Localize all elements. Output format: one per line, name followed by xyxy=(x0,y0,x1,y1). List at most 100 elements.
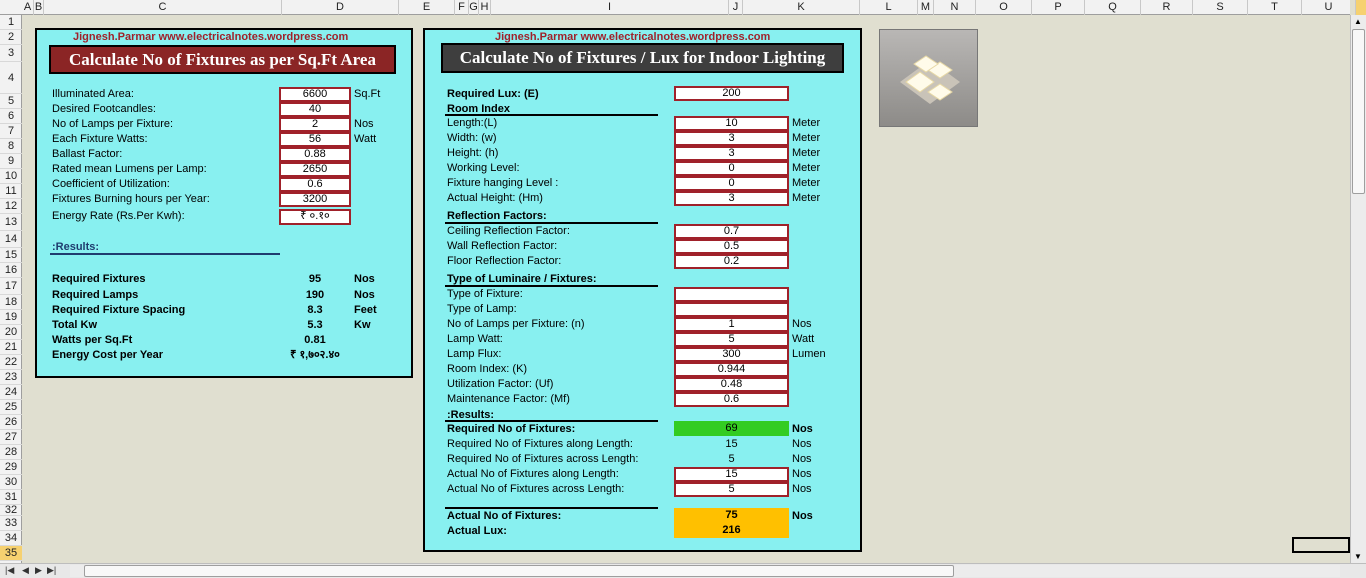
luminaire-value-input[interactable]: 1 xyxy=(674,317,789,332)
row-header-8[interactable]: 8 xyxy=(0,139,22,154)
row-header-16[interactable]: 16 xyxy=(0,263,22,278)
column-header-r[interactable]: R xyxy=(1141,0,1193,15)
luminaire-value-input[interactable]: 0.48 xyxy=(674,377,789,392)
row-header-2[interactable]: 2 xyxy=(0,30,22,45)
luminaire-value-input[interactable] xyxy=(674,302,789,317)
row-header-24[interactable]: 24 xyxy=(0,385,22,400)
left-input-value[interactable]: 56 xyxy=(279,132,351,147)
luminaire-value-input[interactable]: 300 xyxy=(674,347,789,362)
reflection-value-input[interactable]: 0.2 xyxy=(674,254,789,269)
scroll-up-arrow-icon[interactable]: ▲ xyxy=(1354,17,1362,26)
column-header-t[interactable]: T xyxy=(1248,0,1302,15)
room-value-input[interactable]: 10 xyxy=(674,116,789,131)
luminaire-value-input[interactable]: 0.944 xyxy=(674,362,789,377)
row-header-20[interactable]: 20 xyxy=(0,325,22,340)
row-header-31[interactable]: 31 xyxy=(0,490,22,505)
column-header-d[interactable]: D xyxy=(282,0,399,15)
luminaire-value-input[interactable] xyxy=(674,287,789,302)
row-header-5[interactable]: 5 xyxy=(0,94,22,109)
row-header-9[interactable]: 9 xyxy=(0,154,22,169)
left-input-value[interactable]: 0.6 xyxy=(279,177,351,192)
row-header-12[interactable]: 12 xyxy=(0,199,22,214)
first-sheet-icon[interactable]: |◀ xyxy=(5,565,14,576)
column-header-s[interactable]: S xyxy=(1193,0,1248,15)
room-value-input[interactable]: 3 xyxy=(674,131,789,146)
left-input-value[interactable]: 0.88 xyxy=(279,147,351,162)
row-header-26[interactable]: 26 xyxy=(0,415,22,430)
column-header-j[interactable]: J xyxy=(729,0,743,15)
column-header-g[interactable]: G xyxy=(469,0,479,15)
room-value-input[interactable]: 3 xyxy=(674,146,789,161)
vertical-scroll-thumb[interactable] xyxy=(1352,29,1365,194)
column-header-e[interactable]: E xyxy=(399,0,455,15)
left-input-value[interactable]: 2 xyxy=(279,117,351,132)
actual-fixtures-count-input[interactable]: 15 xyxy=(674,467,789,482)
prev-sheet-icon[interactable]: ◀ xyxy=(22,565,29,576)
row-header-10[interactable]: 10 xyxy=(0,169,22,184)
column-header-a[interactable]: A xyxy=(22,0,34,15)
column-header-n[interactable]: N xyxy=(934,0,976,15)
row-header-27[interactable]: 27 xyxy=(0,430,22,445)
column-header-h[interactable]: H xyxy=(479,0,491,15)
room-value-input[interactable]: 0 xyxy=(674,161,789,176)
left-input-value[interactable]: 40 xyxy=(279,102,351,117)
row-header-23[interactable]: 23 xyxy=(0,370,22,385)
horizontal-scroll-thumb[interactable] xyxy=(84,565,954,577)
next-sheet-icon[interactable]: ▶ xyxy=(35,565,42,576)
column-header-b[interactable]: B xyxy=(34,0,44,15)
vertical-scrollbar[interactable]: ▲ ▼ xyxy=(1350,15,1366,563)
actual-fixtures-count-input[interactable]: 5 xyxy=(674,482,789,497)
reflection-value-input[interactable]: 0.5 xyxy=(674,239,789,254)
luminaire-value-input[interactable]: 0.6 xyxy=(674,392,789,407)
scroll-down-arrow-icon[interactable]: ▼ xyxy=(1354,552,1362,561)
row-header-1[interactable]: 1 xyxy=(0,15,22,30)
row-header-34[interactable]: 34 xyxy=(0,531,22,546)
row-header-7[interactable]: 7 xyxy=(0,124,22,139)
column-header-p[interactable]: P xyxy=(1032,0,1085,15)
row-header-13[interactable]: 13 xyxy=(0,214,22,231)
column-header-k[interactable]: K xyxy=(743,0,860,15)
column-header-i[interactable]: I xyxy=(491,0,729,15)
row-header-35[interactable]: 35 xyxy=(0,546,22,561)
room-value-input[interactable]: 3 xyxy=(674,191,789,206)
room-value-input[interactable]: 0 xyxy=(674,176,789,191)
left-input-value[interactable]: 2650 xyxy=(279,162,351,177)
column-header-o[interactable]: O xyxy=(976,0,1032,15)
row-header-22[interactable]: 22 xyxy=(0,355,22,370)
luminaire-label: Type of Lamp: xyxy=(447,303,517,315)
reflection-value-input[interactable]: 0.7 xyxy=(674,224,789,239)
column-header-l[interactable]: L xyxy=(860,0,918,15)
left-input-value[interactable]: ₹ ०.१० xyxy=(279,209,351,225)
row-header-32[interactable]: 32 xyxy=(0,505,22,516)
last-sheet-icon[interactable]: ▶| xyxy=(47,565,56,576)
row-header-19[interactable]: 19 xyxy=(0,310,22,325)
horizontal-scrollbar[interactable] xyxy=(70,565,1340,577)
column-header-u[interactable]: U xyxy=(1302,0,1356,15)
row-header-15[interactable]: 15 xyxy=(0,248,22,263)
column-header-q[interactable]: Q xyxy=(1085,0,1141,15)
row-header-6[interactable]: 6 xyxy=(0,109,22,124)
row-header-18[interactable]: 18 xyxy=(0,295,22,310)
row-header-28[interactable]: 28 xyxy=(0,445,22,460)
row-header-17[interactable]: 17 xyxy=(0,278,22,295)
ceiling-light-fixture-image[interactable] xyxy=(879,29,978,127)
active-cell-cursor[interactable] xyxy=(1292,537,1350,553)
left-input-value[interactable]: 3200 xyxy=(279,192,351,207)
row-header-33[interactable]: 33 xyxy=(0,516,22,531)
luminaire-value-input[interactable]: 5 xyxy=(674,332,789,347)
row-header-4[interactable]: 4 xyxy=(0,62,22,94)
row-header-25[interactable]: 25 xyxy=(0,400,22,415)
column-header-c[interactable]: C xyxy=(44,0,282,15)
row-header-11[interactable]: 11 xyxy=(0,184,22,199)
column-header-m[interactable]: M xyxy=(918,0,934,15)
row-header-21[interactable]: 21 xyxy=(0,340,22,355)
row-header-30[interactable]: 30 xyxy=(0,475,22,490)
left-input-value[interactable]: 6600 xyxy=(279,87,351,102)
row-header-29[interactable]: 29 xyxy=(0,460,22,475)
required-lux-input[interactable]: 200 xyxy=(674,86,789,101)
column-header-v[interactable]: V xyxy=(1356,0,1366,15)
left-result-unit: Kw xyxy=(354,319,371,331)
row-header-3[interactable]: 3 xyxy=(0,45,22,62)
row-header-14[interactable]: 14 xyxy=(0,231,22,248)
column-header-f[interactable]: F xyxy=(455,0,469,15)
